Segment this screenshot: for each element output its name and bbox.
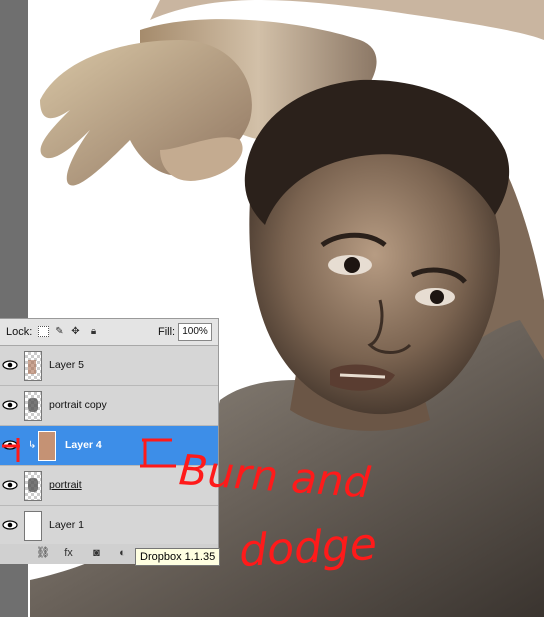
layer-thumbnail xyxy=(24,511,42,541)
layer-name[interactable]: Layer 5 xyxy=(49,359,84,371)
layer-row-layer-1[interactable]: Layer 1 xyxy=(0,506,218,546)
eye-icon[interactable] xyxy=(2,478,18,492)
mask-icon[interactable]: ◙ xyxy=(90,547,103,560)
layer-thumbnail xyxy=(24,471,42,501)
layer-thumbnail xyxy=(24,391,42,421)
lock-position-icon[interactable]: ✥ xyxy=(70,326,81,337)
layer-row-portrait[interactable]: portrait xyxy=(0,466,218,506)
lock-image-pixels-icon[interactable]: ✎ xyxy=(54,326,65,337)
layer-thumbnail xyxy=(38,431,56,461)
layer-name[interactable]: portrait copy xyxy=(49,399,107,411)
eye-icon[interactable] xyxy=(2,358,18,372)
layers-panel[interactable]: Lock: ✎ ✥ 🔒︎ Fill: 100% Layer 5 portrait… xyxy=(0,318,219,564)
layer-name[interactable]: Layer 4 xyxy=(65,439,102,451)
lock-bar: Lock: ✎ ✥ 🔒︎ Fill: 100% xyxy=(0,319,218,346)
fill-label: Fill: xyxy=(158,326,176,338)
lock-label: Lock: xyxy=(6,326,33,338)
lock-transparent-pixels-icon[interactable] xyxy=(38,326,49,337)
layer-thumbnail xyxy=(24,351,42,381)
eye-icon[interactable] xyxy=(2,518,18,532)
link-icon[interactable]: ⛓ xyxy=(36,547,50,560)
eye-icon[interactable] xyxy=(2,398,18,412)
layer-name[interactable]: Layer 1 xyxy=(49,519,84,531)
lock-all-icon[interactable]: 🔒︎ xyxy=(88,326,99,337)
clipping-mask-arrow-icon: ↳ xyxy=(28,440,37,451)
eye-icon[interactable] xyxy=(2,438,18,452)
adjustment-icon[interactable]: ◐ xyxy=(116,547,129,560)
fill-input[interactable]: 100% xyxy=(178,323,212,341)
layer-row-layer-5[interactable]: Layer 5 xyxy=(0,346,218,386)
fx-icon[interactable]: fx xyxy=(62,547,75,560)
layer-row-layer-4[interactable]: ↳ Layer 4 xyxy=(0,426,218,466)
layer-name[interactable]: portrait xyxy=(49,479,82,491)
layer-row-portrait-copy[interactable]: portrait copy xyxy=(0,386,218,426)
dropbox-tooltip: Dropbox 1.1.35 xyxy=(135,548,221,566)
